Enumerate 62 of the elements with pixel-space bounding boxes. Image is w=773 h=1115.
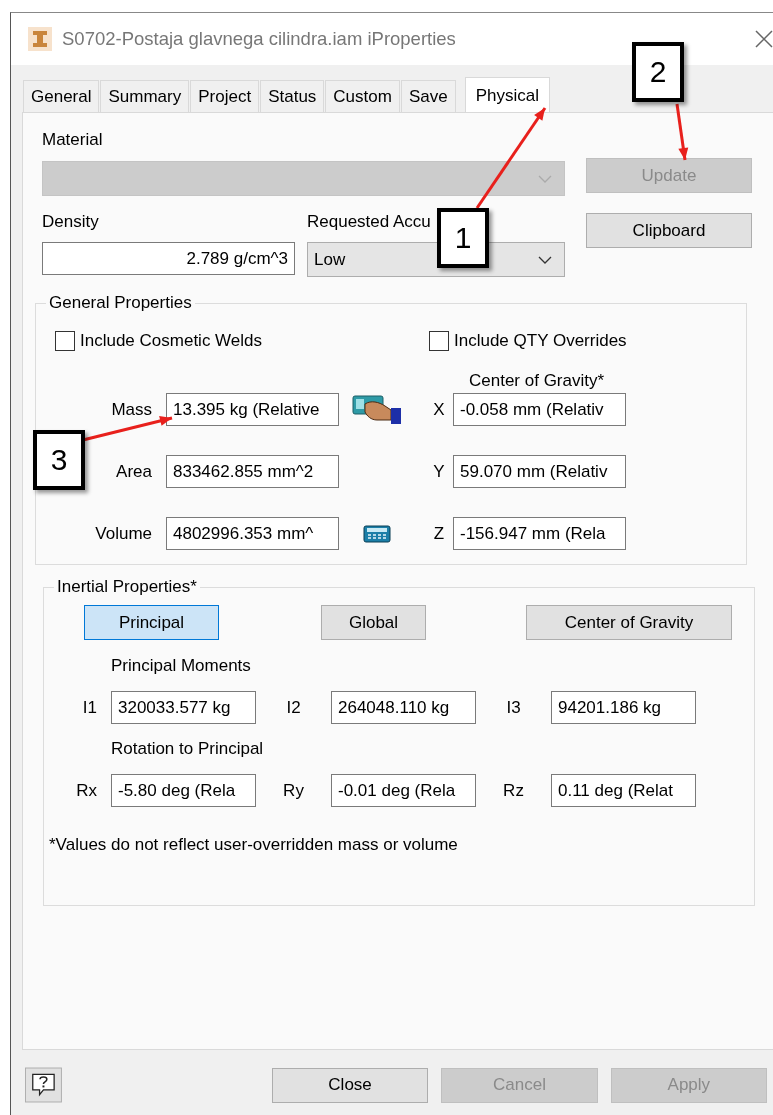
moment-label: I2	[285, 697, 302, 718]
help-icon[interactable]	[25, 1067, 62, 1103]
coordinate-field[interactable]: 59.070 mm (Relativ	[453, 455, 626, 488]
property-label: Mass	[110, 399, 153, 420]
tab[interactable]: Custom	[325, 80, 400, 112]
checkbox-label: Include Cosmetic Welds	[80, 331, 263, 351]
rotation-label: Rz	[502, 780, 525, 801]
group-title: General Properties	[48, 293, 193, 313]
moment-field[interactable]: 94201.186 kg	[551, 691, 696, 724]
app-icon	[28, 27, 52, 51]
property-field[interactable]: 13.395 kg (Relative	[166, 393, 339, 426]
dialog-button[interactable]: Close	[271, 1067, 429, 1103]
accuracy-label: Requested Accu	[307, 212, 432, 232]
axis-label: Z	[432, 523, 446, 544]
section-label: Rotation to Principal	[111, 739, 265, 759]
coordinate-field[interactable]: -156.947 mm (Rela	[453, 517, 626, 550]
center-of-gravity-label: Center of Gravity*	[469, 371, 605, 391]
tab[interactable]: Summary	[100, 80, 190, 112]
coordinate-field[interactable]: -0.058 mm (Relativ	[453, 393, 626, 426]
mode-button[interactable]: Center of Gravity	[526, 605, 732, 640]
moment-field[interactable]: 320033.577 kg	[111, 691, 256, 724]
rotation-field[interactable]: -5.80 deg (Rela	[111, 774, 256, 807]
section-label: Principal Moments	[111, 656, 252, 676]
annotation-overlay: 1	[437, 208, 489, 268]
density-label: Density	[42, 212, 100, 232]
property-label: Area	[115, 461, 153, 482]
moment-field[interactable]: 264048.110 kg	[331, 691, 476, 724]
checkbox[interactable]	[55, 331, 75, 351]
tab[interactable]: Physical	[464, 77, 550, 113]
property-label: Volume	[94, 523, 153, 544]
material-label: Material	[42, 130, 104, 150]
moment-label: I1	[81, 697, 98, 718]
property-field[interactable]: 4802996.353 mm^	[166, 517, 339, 550]
axis-label: Y	[432, 461, 446, 482]
annotation-overlay: 2	[632, 42, 684, 102]
tab[interactable]: Status	[260, 80, 325, 112]
density-field[interactable]: 2.789 g/cm^3	[42, 242, 295, 275]
calculator-icon[interactable]	[363, 524, 391, 543]
side-button[interactable]: Clipboard	[586, 213, 752, 248]
rotation-field[interactable]: 0.11 deg (Relat	[551, 774, 696, 807]
annotation-overlay: 3	[33, 430, 85, 490]
rotation-field[interactable]: -0.01 deg (Rela	[331, 774, 476, 807]
mode-button[interactable]: Global	[321, 605, 426, 640]
chevron-icon	[538, 174, 552, 183]
mode-button[interactable]: Principal	[84, 605, 219, 640]
rotation-label: Rx	[75, 780, 98, 801]
moment-label: I3	[505, 697, 522, 718]
axis-label: X	[432, 399, 446, 420]
tab[interactable]: General	[23, 80, 100, 112]
close-icon[interactable]	[754, 29, 773, 49]
hand-card-icon[interactable]	[351, 393, 403, 426]
group-title: Inertial Properties*	[56, 577, 198, 597]
checkbox-label: Include QTY Overrides	[454, 331, 627, 351]
rotation-label: Ry	[282, 780, 305, 801]
property-field[interactable]: 833462.855 mm^2	[166, 455, 339, 488]
tab[interactable]: Project	[190, 80, 260, 112]
annotation-arrow	[675, 103, 689, 161]
tab[interactable]: Save	[400, 80, 456, 112]
window-title: S0702-Postaja glavnega cilindra.iam iProperties	[62, 28, 456, 50]
checkbox[interactable]	[429, 331, 449, 351]
chevron-icon	[538, 255, 552, 264]
footnote: *Values do not reflect user-overridden mass or volume	[49, 835, 459, 855]
